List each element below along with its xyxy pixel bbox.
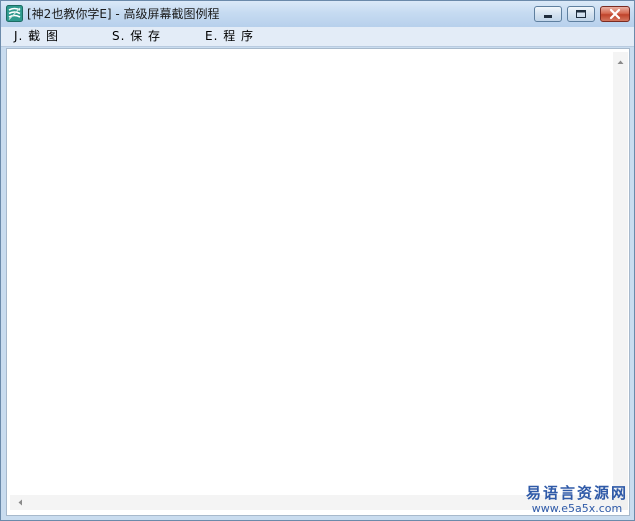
minimize-icon	[544, 15, 552, 18]
picture-box-frame	[6, 48, 630, 516]
minimize-button[interactable]	[534, 6, 562, 22]
watermark: 易语言资源网 www.e5a5x.com	[523, 484, 631, 516]
watermark-title: 易语言资源网	[525, 484, 628, 502]
watermark-url: www.e5a5x.com	[531, 502, 623, 515]
maximize-icon	[576, 10, 586, 18]
window-title: [神2也教你学E] - 高级屏幕截图例程	[27, 7, 220, 21]
maximize-button[interactable]	[567, 6, 595, 22]
app-window: [神2也教你学E] - 高级屏幕截图例程 J. 截 图 S. 保 存 E. 程 …	[0, 0, 635, 521]
close-button[interactable]	[600, 6, 630, 22]
close-icon	[609, 8, 621, 20]
menu-item-save[interactable]: S. 保 存	[112, 28, 161, 44]
scroll-left-arrow-icon[interactable]	[13, 495, 28, 510]
menu-item-screenshot[interactable]: J. 截 图	[14, 28, 59, 44]
vertical-scrollbar[interactable]	[613, 52, 628, 495]
menu-item-program[interactable]: E. 程 序	[205, 28, 254, 44]
menu-bar: J. 截 图 S. 保 存 E. 程 序	[1, 27, 634, 47]
screenshot-canvas[interactable]	[10, 52, 613, 495]
title-bar[interactable]: [神2也教你学E] - 高级屏幕截图例程	[1, 1, 634, 27]
app-icon[interactable]	[6, 5, 23, 22]
scroll-up-arrow-icon[interactable]	[613, 55, 628, 70]
